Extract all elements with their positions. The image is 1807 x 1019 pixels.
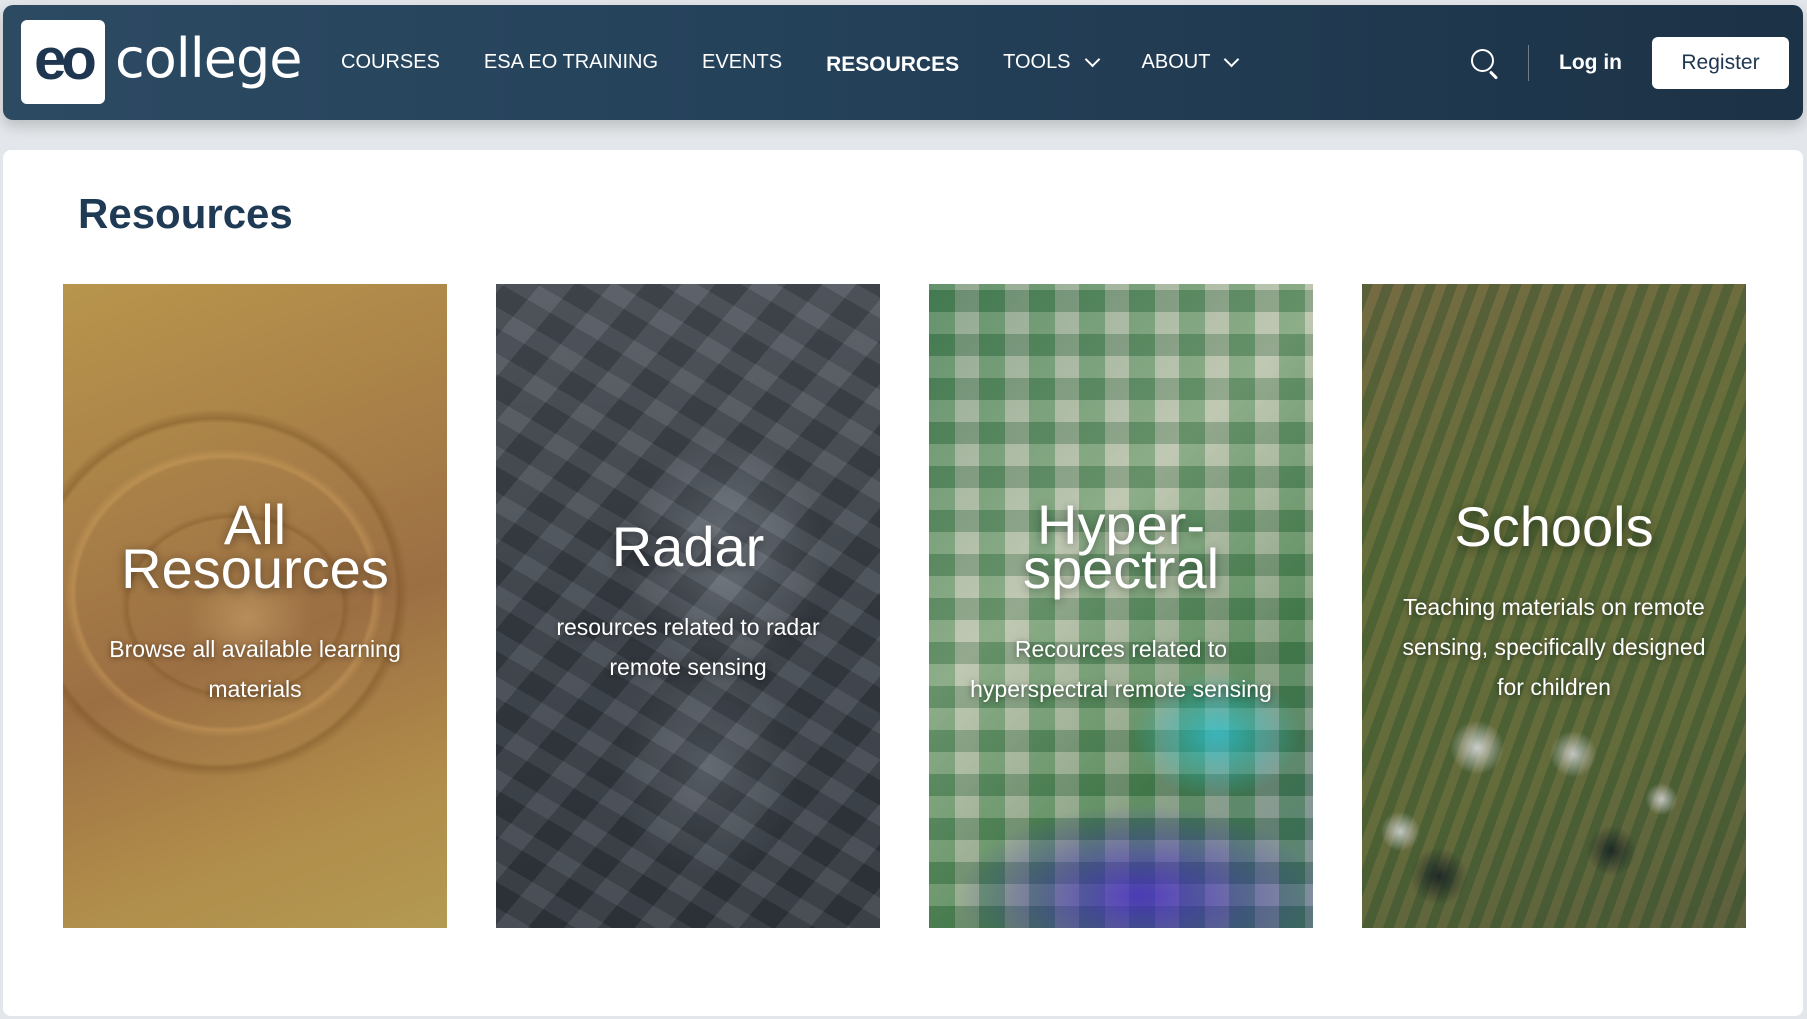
tile-all-resources[interactable]: All Resources Browse all available learn… xyxy=(63,284,447,928)
tile-overlay: All Resources Browse all available learn… xyxy=(63,284,447,928)
nav-events[interactable]: EVENTS xyxy=(702,51,782,74)
register-button[interactable]: Register xyxy=(1652,36,1789,89)
chevron-down-icon xyxy=(1224,51,1240,68)
logo-mark-text: eo xyxy=(34,27,97,92)
tile-overlay: Radar resources related to radar remote … xyxy=(496,284,880,928)
logo-mark: eo xyxy=(21,20,105,104)
tile-title: Hyper- spectral xyxy=(1022,493,1220,600)
tile-description: resources related to radar remote sensin… xyxy=(556,613,820,680)
search-icon[interactable] xyxy=(1470,48,1500,80)
nav-resources-label: RESOURCES xyxy=(826,52,960,76)
tile-overlay: Hyper- spectral Recources related to hyp… xyxy=(929,284,1313,928)
login-link[interactable]: Log in xyxy=(1559,51,1622,75)
top-navigation-bar: eo college COURSES ESA EO TRAINING EVENT… xyxy=(3,5,1803,120)
chevron-down-icon xyxy=(1084,51,1100,68)
nav-tools-label: TOOLS xyxy=(1003,51,1071,73)
nav-tools[interactable]: TOOLS xyxy=(1003,51,1100,74)
nav-about-label: ABOUT xyxy=(1141,51,1211,73)
tile-hyperspectral[interactable]: Hyper- spectral Recources related to hyp… xyxy=(929,284,1313,928)
tile-description: Teaching materials on remote sensing, sp… xyxy=(1402,593,1706,700)
tile-overlay: Schools Teaching materials on remote sen… xyxy=(1362,284,1746,928)
tile-radar[interactable]: Radar resources related to radar remote … xyxy=(496,284,880,928)
nav-resources[interactable]: RESOURCES xyxy=(826,53,959,77)
main-menu: COURSES ESA EO TRAINING EVENTS RESOURCES… xyxy=(341,5,1281,120)
nav-courses[interactable]: COURSES xyxy=(341,51,440,74)
tile-description: Browse all available learning materials xyxy=(109,635,401,702)
tile-title: Schools xyxy=(1454,495,1654,559)
nav-courses-label: COURSES xyxy=(341,51,440,73)
nav-about[interactable]: ABOUT xyxy=(1141,51,1240,74)
main-content: Resources All Resources Browse all avail… xyxy=(3,150,1803,1016)
eo-college-logo[interactable]: eo college xyxy=(21,20,302,104)
page-title: Resources xyxy=(78,190,293,237)
nav-divider xyxy=(1528,44,1530,81)
tile-title: Radar xyxy=(611,515,765,579)
nav-events-label: EVENTS xyxy=(702,51,783,73)
nav-esa-eo-training-label: ESA EO TRAINING xyxy=(483,51,659,73)
tile-title: All Resources xyxy=(121,493,389,600)
account-controls: Log in Register xyxy=(1470,5,1789,120)
nav-esa-eo-training[interactable]: ESA EO TRAINING xyxy=(484,51,658,74)
tile-schools[interactable]: Schools Teaching materials on remote sen… xyxy=(1362,284,1746,928)
logo-wordmark: college xyxy=(115,27,302,90)
tile-description: Recources related to hyperspectral remot… xyxy=(970,635,1272,702)
resource-tiles: All Resources Browse all available learn… xyxy=(63,284,1746,928)
